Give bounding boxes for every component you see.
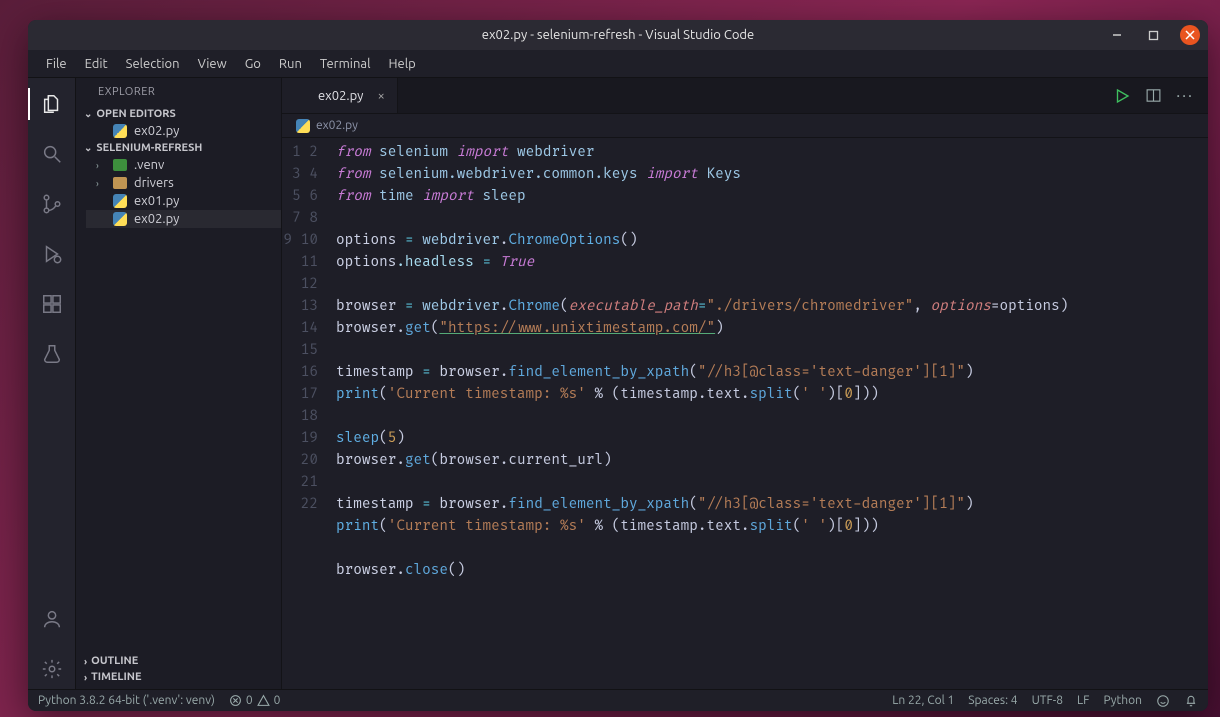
tree-file-ex02[interactable]: ex02.py <box>86 210 281 228</box>
editor-area: ex02.py × ··· ex02.py 1 2 3 4 <box>282 78 1208 689</box>
minimize-button[interactable] <box>1108 26 1126 44</box>
tree-file-ex01[interactable]: ex01.py <box>86 192 281 210</box>
tab-bar: ex02.py × ··· <box>282 78 1208 114</box>
open-editors-header[interactable]: ⌄ OPEN EDITORS <box>76 106 281 122</box>
folder-icon <box>113 159 127 171</box>
menu-terminal[interactable]: Terminal <box>312 53 379 75</box>
activity-bar <box>28 78 76 689</box>
editor-content[interactable]: 1 2 3 4 5 6 7 8 9 10 11 12 13 14 15 16 1… <box>282 138 1208 689</box>
project-header[interactable]: ⌄ SELENIUM-REFRESH <box>76 140 281 156</box>
tree-folder-venv[interactable]: › .venv <box>86 156 281 174</box>
files-icon[interactable] <box>28 84 76 124</box>
run-debug-icon[interactable] <box>28 234 76 274</box>
status-lang[interactable]: Python <box>1103 694 1142 707</box>
vscode-window: ex02.py - selenium-refresh - Visual Stud… <box>28 20 1208 711</box>
tab-ex02[interactable]: ex02.py × <box>282 78 398 113</box>
menu-run[interactable]: Run <box>271 53 310 75</box>
status-python[interactable]: Python 3.8.2 64-bit ('.venv': venv) <box>38 694 215 707</box>
python-icon <box>113 124 127 138</box>
tree-folder-drivers[interactable]: › drivers <box>86 174 281 192</box>
line-gutter: 1 2 3 4 5 6 7 8 9 10 11 12 13 14 15 16 1… <box>282 138 330 689</box>
close-tab-icon[interactable]: × <box>377 89 384 103</box>
folder-icon <box>113 177 127 189</box>
maximize-button[interactable] <box>1144 26 1162 44</box>
window-title: ex02.py - selenium-refresh - Visual Stud… <box>482 28 754 42</box>
test-icon[interactable] <box>28 334 76 374</box>
python-icon <box>296 119 310 133</box>
menu-view[interactable]: View <box>190 53 235 75</box>
breadcrumb[interactable]: ex02.py <box>282 114 1208 138</box>
menu-selection[interactable]: Selection <box>118 53 188 75</box>
close-button[interactable] <box>1180 25 1200 45</box>
menu-help[interactable]: Help <box>380 53 423 75</box>
status-encoding[interactable]: UTF-8 <box>1032 694 1063 707</box>
search-icon[interactable] <box>28 134 76 174</box>
account-icon[interactable] <box>28 599 76 639</box>
run-file-icon[interactable] <box>1113 87 1131 105</box>
explorer-panel: EXPLORER ⌄ OPEN EDITORS ex02.py ⌄ SELENI… <box>76 78 282 689</box>
split-editor-icon[interactable] <box>1145 87 1162 104</box>
source-control-icon[interactable] <box>28 184 76 224</box>
more-actions-icon[interactable]: ··· <box>1176 87 1194 105</box>
status-problems[interactable]: 0 0 <box>229 694 281 707</box>
status-eol[interactable]: LF <box>1077 694 1089 707</box>
status-cursor[interactable]: Ln 22, Col 1 <box>892 694 954 707</box>
title-bar: ex02.py - selenium-refresh - Visual Stud… <box>28 20 1208 50</box>
status-bar: Python 3.8.2 64-bit ('.venv': venv) 0 0 … <box>28 689 1208 711</box>
explorer-title: EXPLORER <box>76 78 281 106</box>
settings-icon[interactable] <box>28 649 76 689</box>
status-feedback-icon[interactable] <box>1156 694 1170 708</box>
code-text[interactable]: from selenium import webdriver from sele… <box>330 138 1068 689</box>
extensions-icon[interactable] <box>28 284 76 324</box>
open-editor-item[interactable]: ex02.py <box>86 122 281 140</box>
outline-header[interactable]: › OUTLINE <box>76 653 281 669</box>
status-indent[interactable]: Spaces: 4 <box>968 694 1017 707</box>
menu-file[interactable]: File <box>38 53 75 75</box>
python-icon <box>113 194 127 208</box>
timeline-header[interactable]: › TIMELINE <box>76 669 281 685</box>
menu-edit[interactable]: Edit <box>77 53 116 75</box>
menu-go[interactable]: Go <box>237 53 269 75</box>
menu-bar: File Edit Selection View Go Run Terminal… <box>28 50 1208 78</box>
python-icon <box>113 212 127 226</box>
status-bell-icon[interactable] <box>1184 694 1198 708</box>
